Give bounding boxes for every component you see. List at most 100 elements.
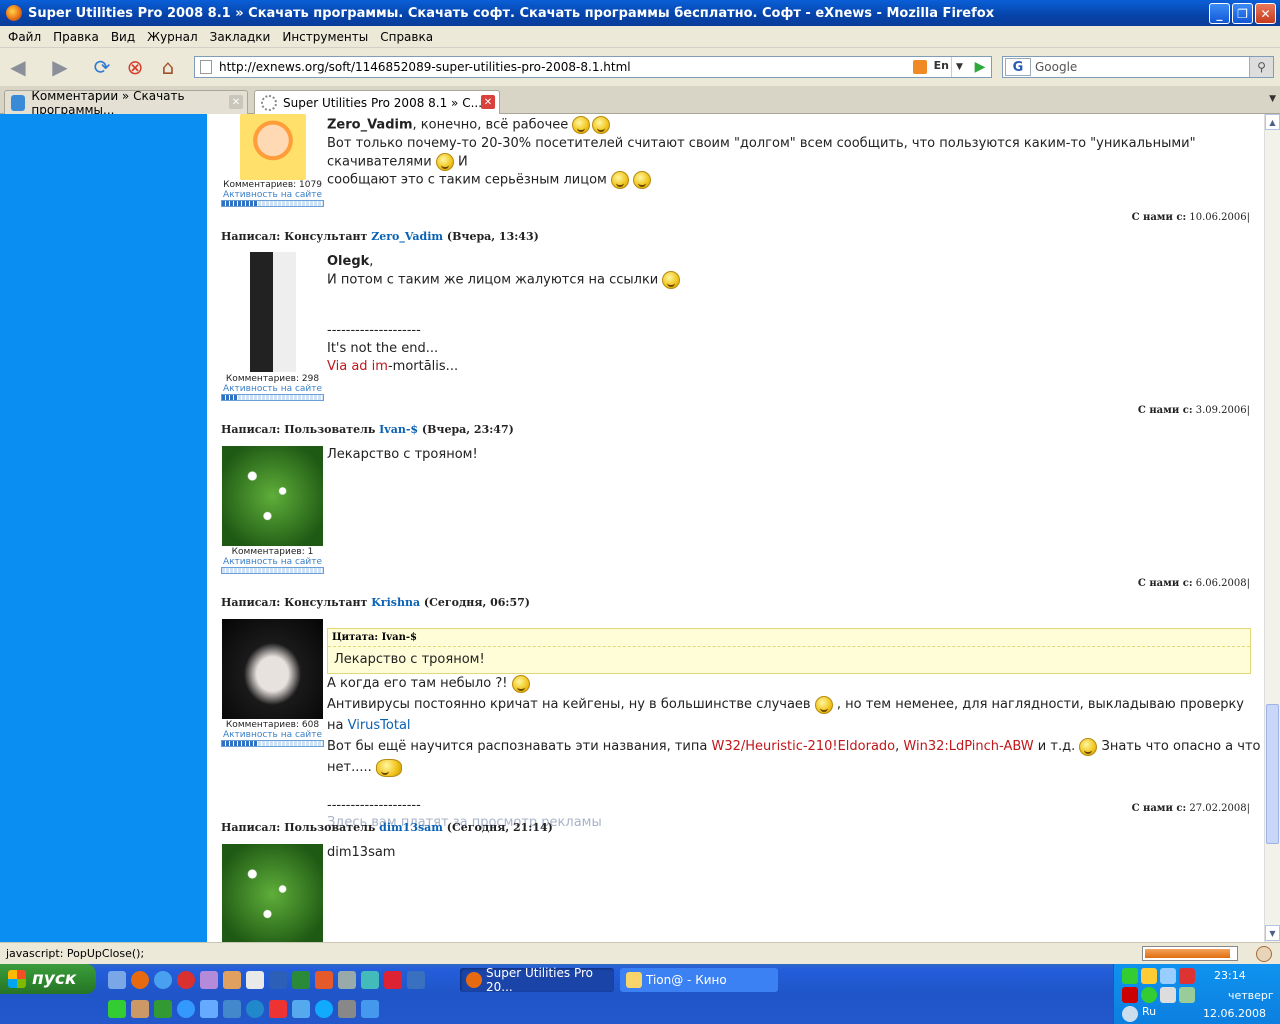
firefox-icon[interactable] <box>131 971 149 989</box>
tray-antivirus-icon[interactable] <box>1179 968 1195 984</box>
comment-author-link[interactable]: Krishna <box>371 596 420 609</box>
quick-launch-row-1 <box>108 971 425 989</box>
ati-icon[interactable] <box>1122 987 1138 1003</box>
language-indicator[interactable]: En <box>934 59 949 72</box>
ie-icon[interactable] <box>177 1000 195 1018</box>
music-icon[interactable] <box>154 1000 172 1018</box>
laugh-icon <box>511 674 530 693</box>
calculator-icon[interactable] <box>200 971 218 989</box>
tray-icq-icon[interactable] <box>1141 987 1157 1003</box>
stop-app-icon[interactable] <box>384 971 402 989</box>
keyboard-language[interactable]: Ru <box>1142 1005 1156 1018</box>
monkey-addon-icon[interactable] <box>1256 946 1272 962</box>
taskbar-item-folder[interactable]: Tion@ - Кино <box>620 968 778 992</box>
activity-label: Активность на сайте <box>222 384 323 394</box>
reload-icon[interactable]: ⟳ <box>87 52 117 82</box>
tab-label: Super Utilities Pro 2008 8.1 » С... <box>283 96 483 110</box>
clock-day: четверг <box>1228 989 1274 1002</box>
tab-comments[interactable]: Комментарии » Скачать программы... ✕ <box>4 89 248 117</box>
word-icon[interactable] <box>269 971 287 989</box>
flower-icon[interactable] <box>108 1000 126 1018</box>
vertical-scrollbar[interactable]: ▲ ▼ <box>1264 114 1280 942</box>
tab-bar: Комментарии » Скачать программы... ✕ Sup… <box>0 86 1280 117</box>
menu-tools[interactable]: Инструменты <box>276 30 374 44</box>
start-button[interactable]: пуск <box>0 964 96 994</box>
comment-author-link[interactable]: Zero_Vadim <box>371 230 443 243</box>
shield-icon[interactable] <box>361 1000 379 1018</box>
comment-author-meta: Комментариев: 608 Активность на сайте <box>221 720 324 747</box>
back-arrow-icon[interactable]: ◀ <box>3 52 33 82</box>
addressee-name[interactable]: Zero_Vadim <box>327 118 413 133</box>
loading-icon <box>261 95 277 111</box>
close-button[interactable]: ✕ <box>1255 3 1276 24</box>
page-left-background <box>0 114 207 942</box>
tray-tools-icon[interactable] <box>1179 987 1195 1003</box>
excel-icon[interactable] <box>292 971 310 989</box>
menu-edit[interactable]: Правка <box>47 30 105 44</box>
minimize-button[interactable]: _ <box>1209 3 1230 24</box>
activity-bar <box>221 567 324 574</box>
page-content: Комментариев: 1079 Активность на сайте Z… <box>207 114 1264 942</box>
mail-icon[interactable] <box>269 1000 287 1018</box>
hp-icon[interactable] <box>246 1000 264 1018</box>
tray-broadcast-icon[interactable] <box>1122 1006 1138 1022</box>
maximize-button[interactable]: ❐ <box>1232 3 1253 24</box>
chart-icon[interactable] <box>292 1000 310 1018</box>
photo-icon[interactable] <box>200 1000 218 1018</box>
scroll-thumb[interactable] <box>1266 704 1279 844</box>
smile-icon <box>572 116 591 134</box>
tab-list-chevron-down-icon[interactable]: ▼ <box>1269 94 1276 104</box>
url-dropdown-icon[interactable]: ▼ <box>951 57 967 77</box>
shrug-icon <box>375 758 402 777</box>
menu-help[interactable]: Справка <box>374 30 439 44</box>
skype-icon[interactable] <box>315 1000 333 1018</box>
url-bar[interactable]: http://exnews.org/soft/1146852089-super-… <box>194 56 992 78</box>
tray-sound-icon[interactable] <box>1160 987 1176 1003</box>
windows-taskbar: пуск Super Utilities Pro 20... Tion@ - К… <box>0 964 1280 1024</box>
tray-app-icon[interactable] <box>1122 968 1138 984</box>
mail-icon[interactable] <box>246 971 264 989</box>
taskbar-item-firefox[interactable]: Super Utilities Pro 20... <box>460 966 614 994</box>
media-player-icon[interactable] <box>154 971 172 989</box>
avatar <box>222 619 323 719</box>
tools-icon[interactable] <box>338 971 356 989</box>
menu-history[interactable]: Журнал <box>141 30 204 44</box>
tab-close-icon[interactable]: ✕ <box>481 95 495 109</box>
grin-icon <box>435 152 454 171</box>
network-icon[interactable] <box>223 1000 241 1018</box>
virus-name-link[interactable]: W32/Heuristic-210!Eldorado <box>711 739 895 754</box>
menu-bookmarks[interactable]: Закладки <box>204 30 277 44</box>
system-tray: Ru 23:14 четверг 12.06.2008 <box>1113 964 1280 1024</box>
menu-view[interactable]: Вид <box>105 30 141 44</box>
google-engine-icon[interactable]: G <box>1005 58 1031 76</box>
archive-icon[interactable] <box>131 1000 149 1018</box>
home-icon[interactable]: ⌂ <box>153 52 183 82</box>
home-app-icon[interactable] <box>223 971 241 989</box>
desktop-icon[interactable] <box>108 971 126 989</box>
scroll-up-icon[interactable]: ▲ <box>1265 114 1280 130</box>
search-box[interactable]: G Google ⚲ <box>1002 56 1274 78</box>
tab-super-utilities[interactable]: Super Utilities Pro 2008 8.1 » С... ✕ <box>254 90 500 115</box>
virustotal-link[interactable]: VirusTotal <box>348 718 411 733</box>
app-icon[interactable] <box>315 971 333 989</box>
go-arrow-icon[interactable]: ▶ <box>971 58 989 76</box>
menu-file[interactable]: Файл <box>2 30 47 44</box>
addressee-name[interactable]: Olegk <box>327 254 369 269</box>
comment-author-link[interactable]: dim13sam <box>379 821 443 834</box>
network-icon[interactable] <box>361 971 379 989</box>
rss-feed-icon[interactable] <box>913 60 927 74</box>
image-icon[interactable] <box>407 971 425 989</box>
clock-time[interactable]: 23:14 <box>1214 969 1246 982</box>
stop-icon[interactable]: ⊗ <box>120 52 150 82</box>
forward-arrow-icon[interactable]: ▶ <box>45 52 75 82</box>
search-icon[interactable]: ⚲ <box>1249 57 1273 77</box>
comment-author-link[interactable]: Ivan-$ <box>379 423 418 436</box>
opera-icon[interactable] <box>177 971 195 989</box>
virus-name-link[interactable]: Win32:LdPinch-ABW <box>903 739 1033 754</box>
scroll-down-icon[interactable]: ▼ <box>1265 925 1280 941</box>
tab-close-icon[interactable]: ✕ <box>229 95 243 109</box>
tray-network-icon[interactable] <box>1160 968 1176 984</box>
camera-icon[interactable] <box>338 1000 356 1018</box>
search-placeholder: Google <box>1035 60 1078 74</box>
tray-shield-icon[interactable] <box>1141 968 1157 984</box>
